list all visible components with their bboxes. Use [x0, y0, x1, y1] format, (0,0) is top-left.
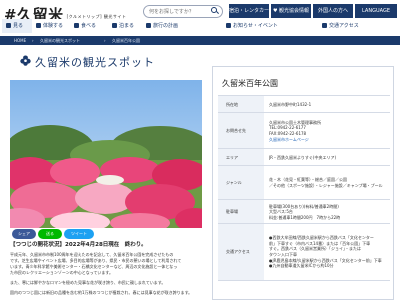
breadcrumb-home[interactable]: HOME [14, 36, 26, 45]
search-icon[interactable] [211, 7, 217, 13]
lodging-button[interactable]: 宿泊・レンタカー [229, 4, 269, 18]
spot-info-panel: 久留米百年公園 所在地 久留米市野中町1432-1 お問合せ先 久留米市公園土木… [212, 66, 394, 300]
train-icon [322, 23, 327, 28]
map-icon [146, 23, 151, 28]
info-label: ジャンル [218, 166, 264, 200]
breadcrumb-spots[interactable]: 久留米の観光スポット [40, 36, 80, 45]
facebook-share-button[interactable]: シェア [12, 229, 36, 239]
info-value: ●九州自動車道久留米ICから約10分 [269, 263, 334, 269]
main-nav: 見る 体験する 食べる 泊まる 旅行の計画 お知らせ・イベント 交通アクセス [0, 19, 400, 33]
nav-item-access[interactable]: 交通アクセス [322, 19, 392, 33]
line-share-button[interactable]: 送る [38, 229, 62, 239]
news-heading: 【つつじの開花状況】2022年4月28日現在 終わり。 [10, 242, 147, 248]
homepage-link[interactable]: 久留米市ホームページ [269, 137, 390, 143]
info-value: JR・西鉄久留米よりすぐ(中央エリア) [269, 154, 336, 160]
breadcrumb: HOME › 久留米の観光スポット › 久留米百年公園 [0, 36, 400, 45]
association-button[interactable]: ♥ 観光協会情報 [271, 4, 311, 18]
body-line: 園内のつつじ園には新旧の品種を含む約1万株のつつじが植栽され、春には見事な花が咲… [10, 290, 193, 295]
nav-item-news[interactable]: お知らせ・イベント [226, 19, 296, 33]
tweet-button[interactable]: ツイート [64, 229, 94, 239]
nav-item-see[interactable]: 見る [2, 19, 32, 33]
info-value: ／その他（スポーツ施設）・レジャー施設／キャンプ場・プール [269, 183, 383, 188]
info-row-genre: ジャンル 花・木（花見・紅葉等）・総合／庭園／公園 ／その他（スポーツ施設）・レ… [218, 165, 390, 200]
page-title: 久留米の観光スポット [35, 56, 155, 69]
info-row-parking: 駐車場 駐車場(300台あり)(有料/普通車2時間) 大型バス:5台 料金:普通… [218, 199, 390, 224]
eye-icon [6, 23, 11, 28]
info-label: 交通アクセス [218, 224, 264, 280]
info-row-area: エリア JR・西鉄久留米よりすぐ(中央エリア) [218, 148, 390, 166]
info-row-contact: お問合せ先 久留米市公園土木管理事務所 TEL:0942-22-6177 FAX… [218, 112, 390, 149]
logo-subtitle: [クルメトリップ] 観光サイト [66, 13, 127, 19]
breadcrumb-sep: › [32, 38, 34, 43]
nav-item-plan[interactable]: 旅行の計画 [146, 19, 202, 33]
spot-name: 久留米百年公園 [222, 79, 278, 88]
info-value: 久留米市野中町1432-1 [269, 101, 312, 107]
foreigners-button[interactable]: 外国人の方へ [313, 4, 353, 18]
info-row-access: 交通アクセス ●西鉄大牟田線/西鉄久留米駅から西鉄バス「文化センター 前」下車す… [218, 223, 390, 281]
body-line: また、寒には鮮やかなロマンを極めた見事な花が咲き誇り、市民に親しまれています。 [10, 280, 166, 285]
info-label: 所在地 [218, 96, 264, 113]
bed-icon [112, 23, 117, 28]
info-value: 料金:普通車1時間200円 7時から22時 [269, 214, 341, 220]
fork-icon [74, 23, 79, 28]
language-button[interactable]: LANGUAGE [355, 4, 397, 18]
nav-item-eat[interactable]: 食べる [74, 19, 108, 33]
nav-item-stay[interactable]: 泊まる [112, 19, 142, 33]
info-row-address: 所在地 久留米市野中町1432-1 [218, 95, 390, 113]
hand-icon [36, 23, 41, 28]
calendar-icon [226, 23, 231, 28]
body-line: た市民のレクリエーションゾーンの中心となっています。 [10, 270, 113, 275]
breadcrumb-current: 久留米百年公園 [112, 38, 140, 43]
flower-icon [20, 55, 31, 66]
info-label: お問合せ先 [218, 113, 264, 149]
breadcrumb-sep: › [104, 38, 106, 43]
spot-photo [10, 80, 202, 228]
info-label: エリア [218, 149, 264, 166]
info-label: 駐車場 [218, 200, 264, 224]
nav-item-experience[interactable]: 体験する [36, 19, 70, 33]
